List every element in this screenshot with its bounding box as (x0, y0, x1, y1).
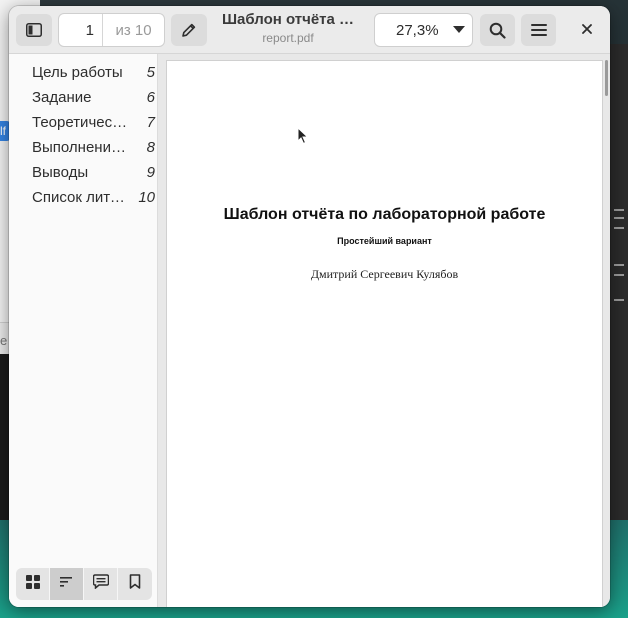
background-text-fragment: е (0, 333, 8, 348)
page-author: Дмитрий Сергеевич Кулябов (310, 267, 459, 281)
header-bar: 1 из 10 Шаблон отчёта … report.pdf 27,3% (9, 6, 610, 54)
outline-item[interactable]: Выполнение… 8 (9, 135, 157, 160)
close-window-button[interactable] (575, 18, 599, 42)
sidebar-view-switcher (16, 568, 152, 600)
window-title-block: Шаблон отчёта … report.pdf (213, 11, 363, 45)
dropdown-arrow-icon (446, 26, 472, 34)
main-menu-button[interactable] (521, 14, 556, 46)
hamburger-menu-icon (530, 23, 547, 37)
sidebar: Цель работы 5 Задание 6 Теоретичес… 7 Вы… (9, 54, 158, 607)
outline-item-label: Теоретичес… (32, 114, 128, 131)
outline-item[interactable]: Теоретичес… 7 (9, 110, 157, 135)
outline-item[interactable]: Список лите… 10 (9, 185, 157, 210)
outline-item-label: Цель работы (32, 64, 123, 81)
background-tick (614, 209, 624, 211)
document-viewer-window: 1 из 10 Шаблон отчёта … report.pdf 27,3% (9, 6, 610, 607)
outline-list: Цель работы 5 Задание 6 Теоретичес… 7 Вы… (9, 60, 157, 210)
outline-item-page: 10 (138, 189, 155, 206)
outline-item-page: 9 (146, 164, 155, 181)
tab-annotations[interactable] (84, 568, 118, 600)
annotations-icon (92, 574, 109, 594)
background-tick (614, 299, 624, 301)
page-heading: Шаблон отчёта по лабораторной работе (223, 206, 546, 223)
page-number-field[interactable]: 1 из 10 (58, 13, 165, 47)
background-tick (614, 217, 624, 219)
document-filename: report.pdf (262, 31, 314, 45)
search-button[interactable] (480, 14, 515, 46)
close-icon (582, 21, 592, 39)
document-view[interactable]: Шаблон отчёта по лабораторной работе Про… (158, 54, 610, 607)
outline-item-label: Список лите… (32, 189, 130, 206)
outline-item[interactable]: Задание 6 (9, 85, 157, 110)
tab-thumbnails[interactable] (16, 568, 50, 600)
outline-item-page: 5 (146, 64, 155, 81)
outline-item-label: Выводы (32, 164, 89, 181)
page-count-label: из 10 (115, 21, 152, 39)
current-page-input[interactable]: 1 (59, 14, 103, 46)
annotate-button[interactable] (171, 14, 207, 46)
sidebar-icon (26, 23, 42, 37)
outline-item-label: Выполнение… (32, 139, 130, 156)
page-subheading: Простейший вариант (337, 236, 432, 246)
outline-item-label: Задание (32, 89, 92, 106)
mouse-pointer-icon (297, 126, 309, 145)
search-icon (489, 22, 506, 39)
tab-bookmarks[interactable] (118, 568, 152, 600)
tab-outline[interactable] (50, 568, 84, 600)
outline-item-page: 8 (146, 139, 155, 156)
vertical-scrollbar[interactable] (605, 60, 608, 96)
zoom-selector[interactable]: 27,3% (374, 13, 473, 47)
document-page: Шаблон отчёта по лабораторной работе Про… (167, 61, 602, 607)
outline-list-icon (59, 575, 74, 593)
bookmark-icon (129, 574, 141, 594)
background-tick (614, 264, 624, 266)
document-title: Шаблон отчёта … (221, 11, 355, 28)
outline-item-page: 7 (146, 114, 155, 131)
outline-item-page: 6 (146, 89, 155, 106)
thumbnails-grid-icon (25, 574, 40, 594)
pencil-icon (181, 22, 197, 38)
background-tick (614, 274, 624, 276)
background-tick (614, 227, 624, 229)
outline-item[interactable]: Выводы 9 (9, 160, 157, 185)
sidebar-toggle-button[interactable] (16, 14, 52, 46)
outline-item[interactable]: Цель работы 5 (9, 60, 157, 85)
zoom-value: 27,3% (396, 21, 439, 39)
